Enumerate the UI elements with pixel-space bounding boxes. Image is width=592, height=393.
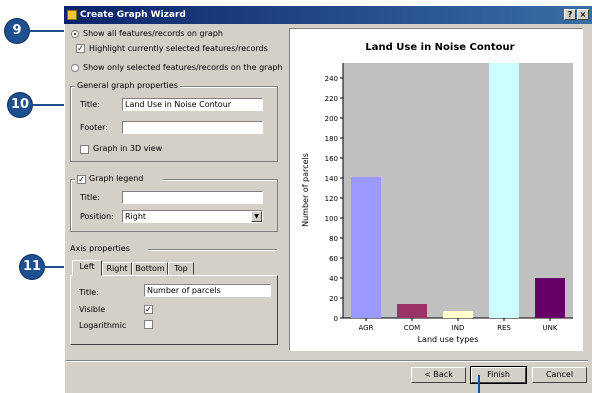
axis-separator (148, 249, 277, 251)
logarithmic-label: Logarithmic (79, 321, 127, 330)
y-axis-label: Number of parcels (301, 153, 310, 227)
callout-9: 9 (5, 19, 29, 43)
graph-3d-checkbox[interactable] (80, 145, 89, 154)
window-title: Create Graph Wizard (80, 10, 186, 20)
title-label: Title: (80, 100, 100, 109)
x-axis-label: Land use types (418, 335, 479, 344)
y-tick-label: 160 (325, 155, 338, 163)
title-bar: Create Graph Wizard ? × (64, 6, 592, 24)
legend-label: Graph legend (89, 174, 144, 183)
bar-res (489, 63, 519, 318)
x-tick-label: AGR (359, 324, 374, 332)
show-all-radio[interactable] (71, 30, 79, 38)
bar-unk (535, 278, 565, 318)
tab-left[interactable]: Left (72, 260, 102, 276)
back-button[interactable]: < Back (411, 367, 466, 383)
y-tick-label: 20 (329, 295, 338, 303)
graph-app-icon (67, 10, 77, 20)
legend-title-label: Title: (80, 193, 100, 202)
close-button[interactable]: × (577, 9, 589, 20)
footer-label: Footer: (80, 123, 109, 132)
finish-pointer-line (478, 375, 480, 393)
visible-label: Visible (79, 305, 106, 314)
graph-title-input[interactable]: Land Use in Noise Contour (122, 98, 263, 111)
axis-properties-label: Axis properties (70, 244, 130, 253)
tab-top-label: Top (174, 264, 188, 273)
help-button[interactable]: ? (564, 9, 576, 20)
y-tick-label: 60 (329, 255, 338, 263)
y-tick-label: 200 (325, 115, 338, 123)
y-tick-label: 0 (334, 315, 338, 323)
chart-preview: Land Use in Noise Contour 0 20 40 60 80 100 12… (289, 28, 583, 351)
footer-input[interactable] (122, 121, 263, 134)
bottom-separator (66, 360, 588, 362)
callout-10: 10 (8, 93, 32, 117)
show-all-label: Show all features/records on graph (83, 29, 223, 38)
bar-agr (351, 177, 381, 318)
x-tick-label: COM (404, 324, 420, 332)
axis-title-input[interactable]: Number of parcels (144, 284, 271, 297)
x-tick-label: RES (497, 324, 511, 332)
tab-bottom-label: Bottom (135, 264, 165, 273)
tab-right[interactable]: Right (102, 262, 132, 275)
chevron-down-icon[interactable]: ▼ (251, 211, 262, 222)
y-tick-label: 120 (325, 195, 338, 203)
tab-bottom[interactable]: Bottom (132, 262, 168, 275)
visible-checkbox[interactable]: ✓ (144, 305, 153, 314)
axis-title-label: Title: (79, 288, 99, 297)
tab-top[interactable]: Top (168, 262, 194, 275)
show-only-label: Show only selected features/records on t… (83, 63, 283, 72)
position-label: Position: (80, 212, 114, 221)
legend-group (70, 179, 278, 232)
y-tick-label: 220 (325, 95, 338, 103)
bar-ind (443, 311, 473, 318)
bar-com (397, 304, 427, 318)
legend-checkbox[interactable]: ✓ (77, 175, 86, 184)
y-tick-label: 240 (325, 75, 338, 83)
highlight-label: Highlight currently selected features/re… (89, 44, 268, 53)
legend-title-input[interactable] (122, 191, 263, 204)
tab-right-label: Right (106, 264, 128, 273)
bar-chart: Land Use in Noise Contour 0 20 40 60 80 100 12… (301, 42, 573, 344)
logarithmic-checkbox[interactable] (144, 320, 153, 329)
x-tick-label: UNK (543, 324, 558, 332)
tab-left-label: Left (79, 262, 95, 271)
chart-title: Land Use in Noise Contour (365, 42, 514, 53)
y-tick-label: 80 (329, 235, 338, 243)
y-tick-label: 180 (325, 135, 338, 143)
cancel-button[interactable]: Cancel (532, 367, 587, 383)
y-tick-label: 40 (329, 275, 338, 283)
general-properties-label: General graph properties (75, 81, 180, 91)
callout-11: 11 (20, 255, 44, 279)
graph-3d-label: Graph in 3D view (93, 144, 163, 153)
show-only-radio[interactable] (71, 64, 79, 72)
x-tick-label: IND (452, 324, 465, 332)
highlight-checkbox[interactable]: ✓ (76, 44, 85, 53)
position-select[interactable]: Right (122, 210, 263, 223)
position-value: Right (125, 212, 147, 221)
y-tick-label: 140 (325, 175, 338, 183)
y-tick-label: 100 (325, 215, 338, 223)
